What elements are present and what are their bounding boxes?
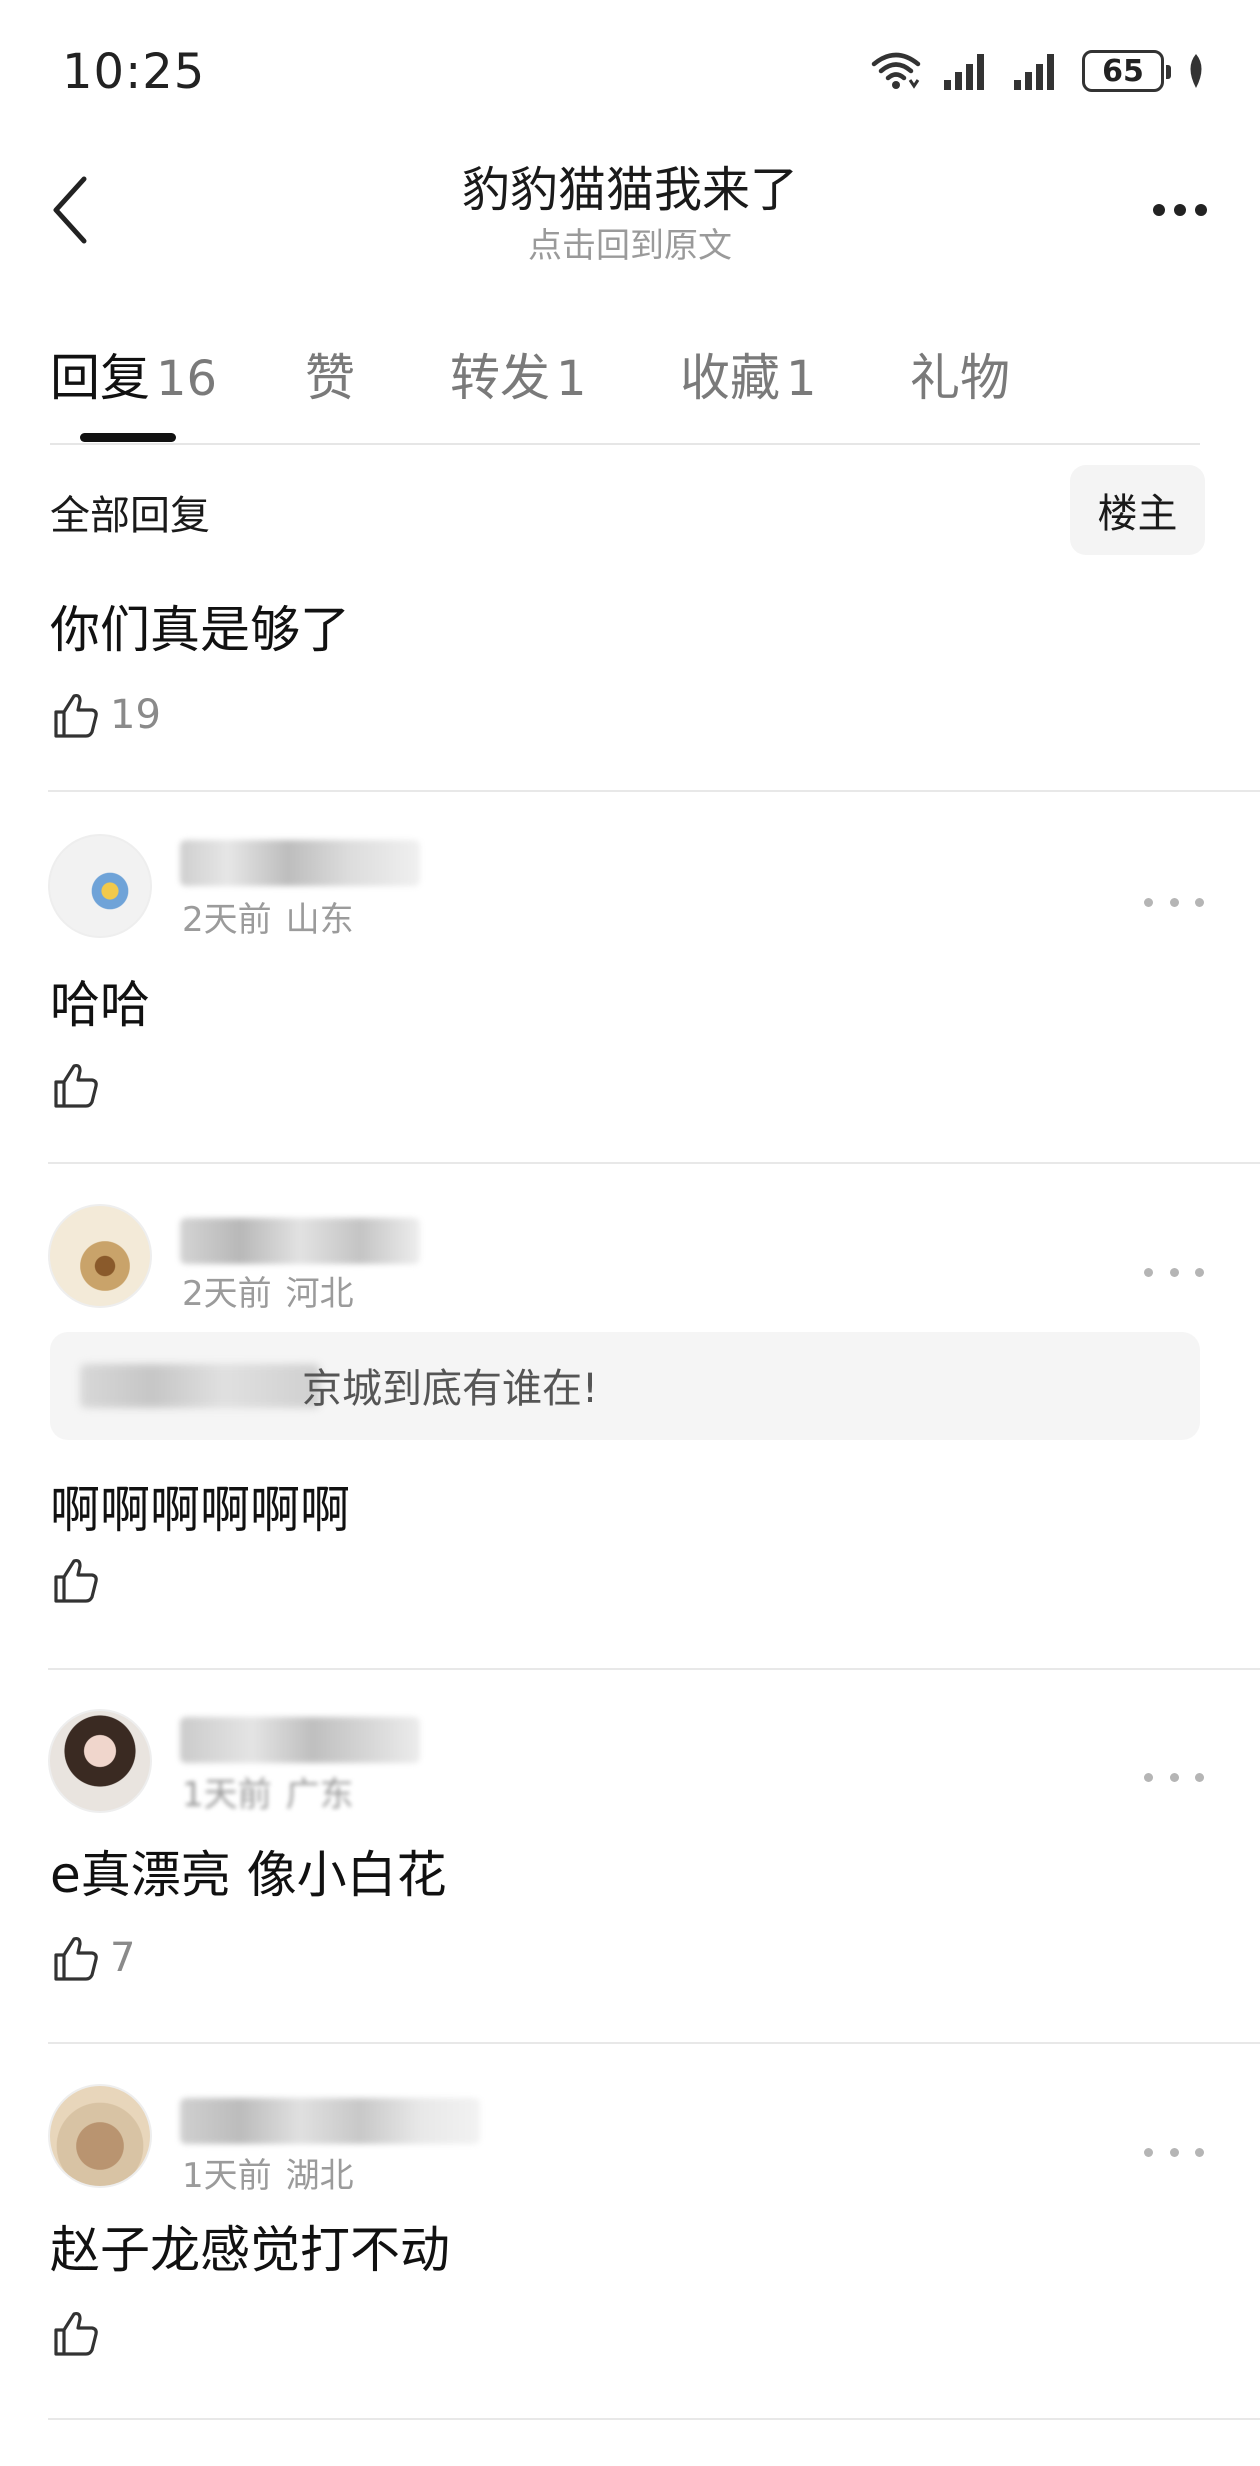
thumbs-up-icon (54, 1063, 98, 1108)
avatar[interactable] (48, 834, 152, 938)
comment-meta: 1天前 湖北 (182, 2148, 354, 2197)
like-button[interactable] (50, 1060, 100, 1110)
divider (48, 2042, 1260, 2044)
comment-location: 河北 (285, 1274, 354, 1314)
like-count: 7 (110, 1935, 136, 1981)
comment-time: 1天前 (182, 2156, 272, 2196)
comment-item: 1天前 湖北 赵子龙感觉打不动 (48, 2080, 1250, 2420)
page-title: 豹豹猫猫我来了 (461, 162, 798, 218)
comment-more-button[interactable] (1144, 1252, 1204, 1292)
comment-time: 2天前 (182, 1274, 272, 1314)
comment-text: 啊啊啊啊啊啊 (50, 1481, 350, 1539)
quoted-text: 京城到底有谁在! (302, 1366, 599, 1412)
divider (48, 1668, 1260, 1670)
signal-icon (944, 54, 984, 90)
divider (48, 790, 1260, 792)
battery-level: 65 (1102, 53, 1144, 89)
username-blurred[interactable] (180, 840, 420, 886)
username-blurred[interactable] (180, 1717, 420, 1763)
battery-icon: 65 (1082, 50, 1171, 92)
back-to-original-link[interactable]: 点击回到原文 (0, 218, 1260, 267)
comment-item: 1天前 广东 e真漂亮 像小白花 7 (48, 1705, 1250, 2035)
like-count: 19 (110, 692, 161, 738)
comment-meta: 2天前 河北 (182, 1266, 354, 1315)
original-post: 你们真是够了 19 (50, 590, 1250, 770)
comment-more-button[interactable] (1144, 882, 1204, 922)
tab-count: 1 (786, 351, 817, 407)
more-dot (1195, 204, 1207, 216)
thumbs-up-icon (54, 2311, 98, 2356)
tab-likes[interactable]: 赞 (305, 338, 355, 410)
comment-location: 山东 (285, 900, 354, 940)
active-tab-indicator (80, 433, 176, 442)
tab-label: 礼物 (910, 349, 1010, 407)
tab-reposts[interactable]: 转发 1 (450, 338, 587, 410)
comment-text: 哈哈 (50, 976, 150, 1034)
tab-label: 赞 (305, 349, 355, 407)
comment-text: 赵子龙感觉打不动 (50, 2221, 450, 2279)
tab-bar: 回复 16 赞 转发 1 收藏 1 礼物 (50, 330, 1200, 445)
comment-location: 广东 (285, 1775, 354, 1815)
more-dot (1153, 204, 1165, 216)
username-blurred[interactable] (180, 1218, 420, 1264)
tab-label: 转发 (450, 349, 550, 407)
more-options-button[interactable] (1140, 180, 1220, 240)
like-button[interactable]: 19 (50, 690, 161, 740)
wifi-icon (871, 52, 921, 89)
filter-row: 全部回复 楼主 (50, 445, 1205, 570)
comment-item: 2天前 山东 哈哈 (48, 830, 1250, 1160)
thumbs-up-icon (54, 693, 98, 738)
avatar[interactable] (48, 2084, 152, 2188)
thumbs-up-icon (54, 1558, 98, 1603)
post-text: 你们真是够了 (50, 601, 350, 659)
status-time: 10:25 (62, 44, 206, 100)
tab-gifts[interactable]: 礼物 (910, 338, 1010, 410)
leaf-icon (1190, 54, 1202, 88)
tab-label: 回复 (50, 349, 150, 407)
divider (48, 2418, 1260, 2420)
comment-text: e真漂亮 像小白花 (50, 1846, 447, 1904)
like-button[interactable] (50, 2308, 100, 2358)
quoted-user-blurred (80, 1364, 320, 1408)
like-button[interactable] (50, 1555, 100, 1605)
comment-meta: 2天前 山东 (182, 892, 354, 941)
avatar[interactable] (48, 1709, 152, 1813)
comment-more-button[interactable] (1144, 1757, 1204, 1797)
tab-favorites[interactable]: 收藏 1 (680, 338, 817, 410)
comment-more-button[interactable] (1144, 2132, 1204, 2172)
status-bar: 10:25 65 (0, 0, 1260, 140)
tab-label: 收藏 (680, 349, 780, 407)
quoted-reply[interactable]: 京城到底有谁在! (50, 1332, 1200, 1440)
tab-count: 1 (556, 351, 587, 407)
comment-time: 2天前 (182, 900, 272, 940)
tab-count: 16 (156, 351, 218, 407)
more-dot (1174, 204, 1186, 216)
nav-bar: 豹豹猫猫我来了 点击回到原文 (0, 140, 1260, 280)
signal-icon-2 (1014, 54, 1054, 90)
owner-filter-button[interactable]: 楼主 (1070, 465, 1205, 555)
thumbs-up-icon (54, 1936, 98, 1981)
status-icons: 65 (870, 48, 1208, 94)
comment-meta: 1天前 广东 (182, 1767, 354, 1816)
tab-replies[interactable]: 回复 16 (50, 338, 217, 410)
divider (48, 1162, 1260, 1164)
comment-item: 2天前 河北 京城到底有谁在! 啊啊啊啊啊啊 (48, 1200, 1250, 1660)
comment-time: 1天前 (182, 1775, 272, 1815)
username-blurred[interactable] (180, 2098, 480, 2144)
avatar[interactable] (48, 1204, 152, 1308)
like-button[interactable]: 7 (50, 1933, 135, 1983)
comment-location: 湖北 (285, 2156, 354, 2196)
all-replies-label: 全部回复 (50, 493, 210, 539)
